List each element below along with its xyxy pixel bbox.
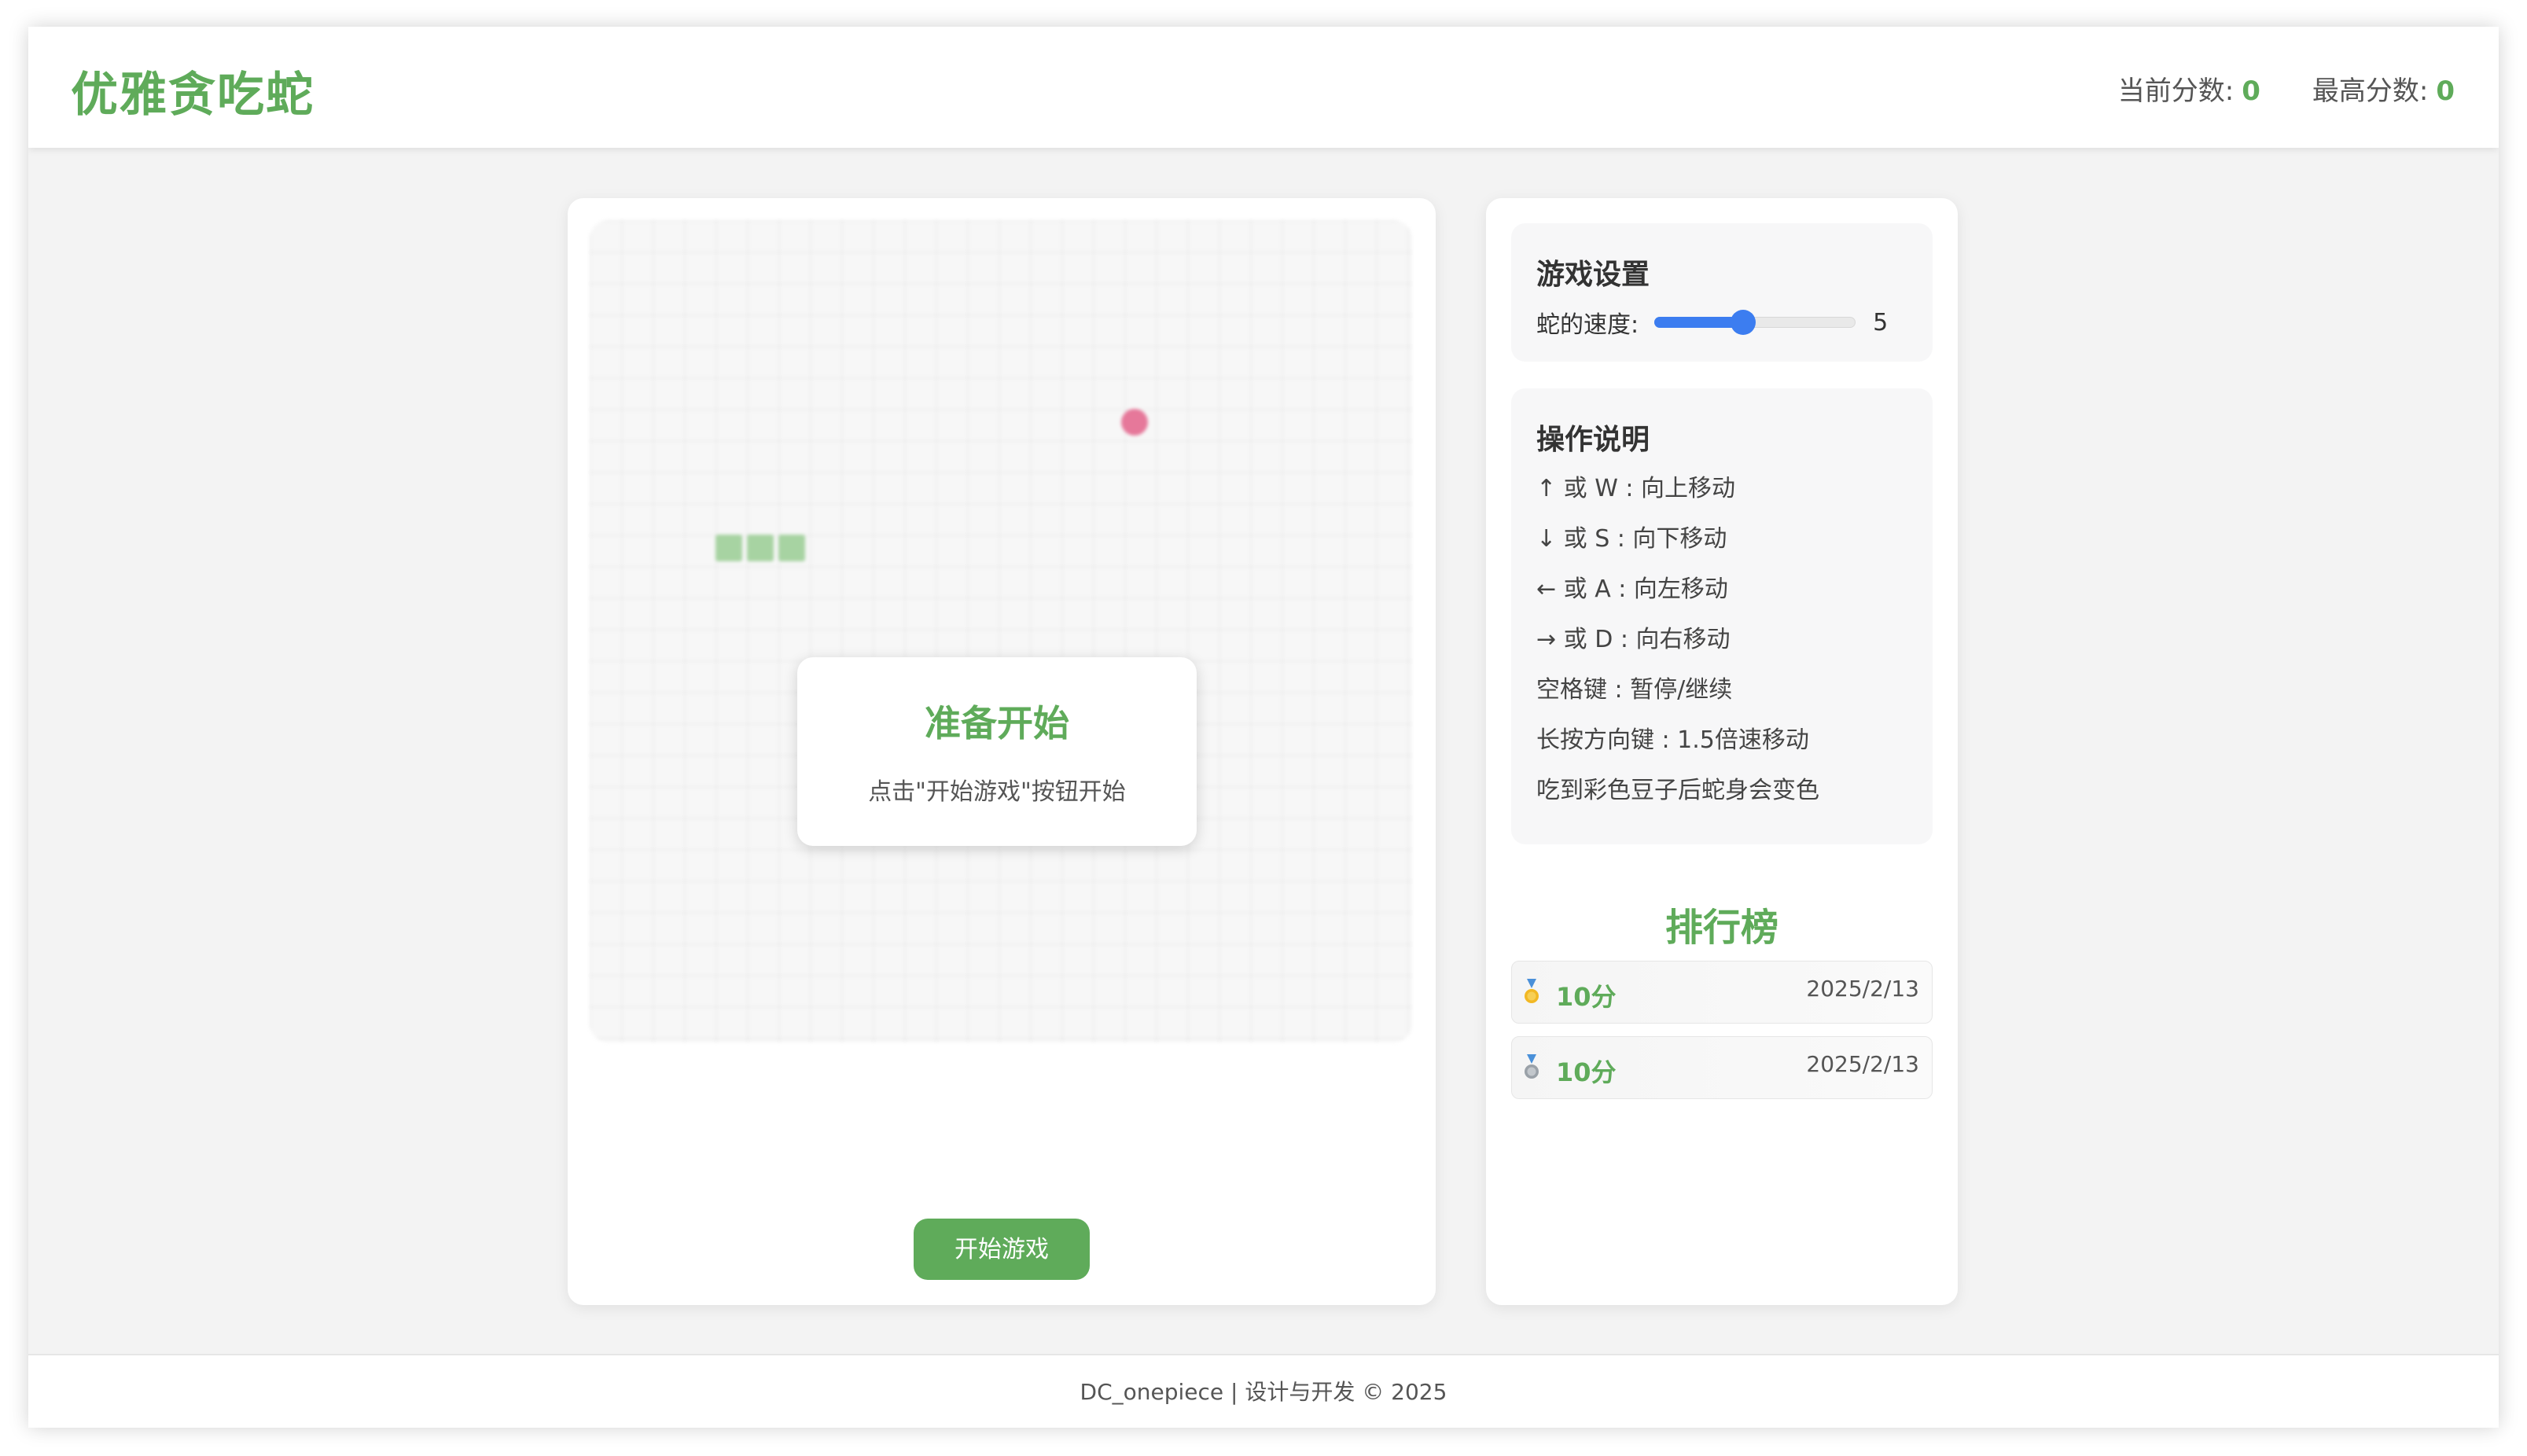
current-score-value: 0: [2242, 75, 2260, 107]
help-panel: 操作说明 ↑ 或 W : 向上移动 ↓ 或 S : 向下移动 ← 或 A : 向…: [1511, 388, 1933, 844]
help-item: 空格键 : 暂停/继续: [1536, 676, 1733, 704]
footer-text: DC_onepiece | 设计与开发 © 2025: [1080, 1379, 1447, 1405]
game-card: 准备开始 点击"开始游戏"按钮开始 开始游戏: [568, 198, 1436, 1305]
snake-segment: [747, 535, 774, 561]
snake-segment: [715, 535, 742, 561]
speed-row: 蛇的速度: 5: [1536, 305, 1888, 340]
help-item: ↓ 或 S : 向下移动: [1536, 525, 1727, 553]
help-item: ↑ 或 W : 向上移动: [1536, 475, 1736, 502]
leaderboard-score: 10分: [1556, 1057, 1617, 1087]
start-game-button[interactable]: 开始游戏: [914, 1219, 1090, 1280]
help-item: ← 或 A : 向左移动: [1536, 575, 1728, 603]
score-panel: 当前分数: 0 最高分数: 0: [2118, 69, 2455, 108]
overlay-text: 点击"开始游戏"按钮开始: [868, 778, 1126, 806]
settings-panel: 游戏设置 蛇的速度: 5: [1511, 223, 1933, 362]
help-title: 操作说明: [1536, 424, 1650, 456]
ready-overlay: 准备开始 点击"开始游戏"按钮开始: [797, 657, 1197, 846]
food-dot: [1121, 409, 1148, 436]
app-title: 优雅贪吃蛇: [71, 68, 314, 123]
help-item: 长按方向键 : 1.5倍速移动: [1536, 726, 1809, 754]
footer: DC_onepiece | 设计与开发 © 2025: [28, 1354, 2499, 1428]
game-board[interactable]: [590, 220, 1412, 1042]
help-list: ↑ 或 W : 向上移动 ↓ 或 S : 向下移动 ← 或 A : 向左移动 →…: [1536, 473, 1819, 825]
speed-label: 蛇的速度:: [1536, 311, 1639, 339]
high-score-value: 0: [2436, 75, 2455, 107]
speed-value: 5: [1873, 308, 1889, 336]
app-window: 优雅贪吃蛇 当前分数: 0 最高分数: 0 准备开始 点击"开始游戏"按钮开始 开始…: [28, 27, 2499, 1428]
leaderboard-row: 10分 2025/2/13: [1511, 1036, 1933, 1099]
leaderboard-date: 2025/2/13: [1806, 1051, 1919, 1077]
slider-thumb[interactable]: [1730, 310, 1756, 335]
leaderboard-title: 排行榜: [1664, 906, 1778, 950]
high-score-label: 最高分数:: [2312, 75, 2429, 107]
speed-slider[interactable]: [1654, 310, 1856, 335]
overlay-title: 准备开始: [925, 702, 1069, 745]
silver-medal-icon: [1525, 1054, 1539, 1079]
high-score: 最高分数: 0: [2312, 69, 2455, 108]
leaderboard-date: 2025/2/13: [1806, 976, 1919, 1002]
gold-medal-icon: [1525, 979, 1539, 1003]
slider-fill: [1654, 317, 1743, 328]
help-item: → 或 D : 向右移动: [1536, 626, 1731, 653]
leaderboard-row: 10分 2025/2/13: [1511, 961, 1933, 1024]
current-score: 当前分数: 0: [2118, 69, 2260, 108]
side-panel: 游戏设置 蛇的速度: 5 操作说明 ↑ 或 W : 向上移动 ↓ 或 S : 向…: [1486, 198, 1958, 1305]
header: 优雅贪吃蛇 当前分数: 0 最高分数: 0: [28, 27, 2499, 148]
settings-title: 游戏设置: [1536, 259, 1650, 291]
help-item: 吃到彩色豆子后蛇身会变色: [1536, 777, 1819, 804]
snake-segment: [778, 535, 805, 561]
current-score-label: 当前分数:: [2117, 75, 2235, 107]
leaderboard-score: 10分: [1556, 982, 1617, 1012]
